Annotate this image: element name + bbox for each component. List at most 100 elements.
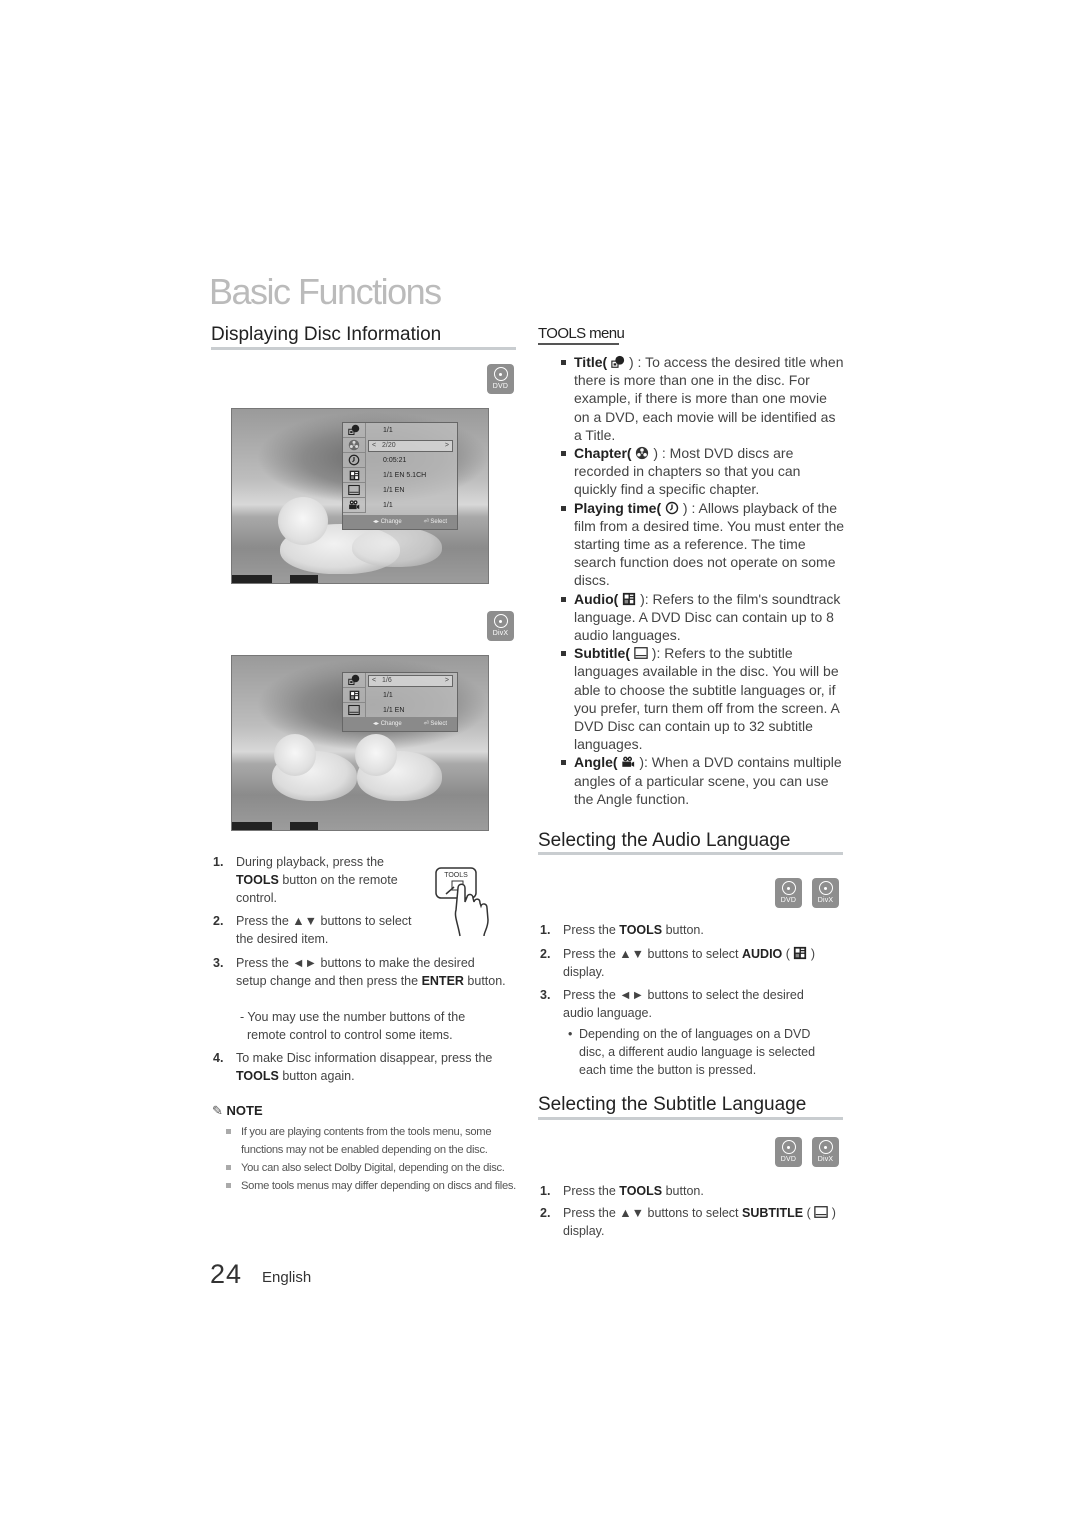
title-icon bbox=[343, 673, 365, 688]
audio-icon bbox=[343, 468, 365, 483]
page-language: English bbox=[262, 1269, 312, 1286]
dvd-screen-image: 1/1 < 2/20 > 0:05:21 1/1 EN 5.1CH 1/1 EN… bbox=[231, 408, 489, 584]
osd-title-value: 1/1 bbox=[383, 427, 393, 434]
step-number: 2. bbox=[213, 914, 224, 928]
puppy-body bbox=[352, 527, 442, 567]
osd-title-value: 1/6 bbox=[382, 677, 392, 684]
divx-badge: DivX bbox=[487, 611, 514, 641]
osd-chapter-value: 2/20 bbox=[382, 442, 396, 449]
step-number: 1. bbox=[540, 923, 551, 937]
tools-item-title: Title( ) : To access the desired title w… bbox=[561, 353, 846, 444]
badge-label: DVD bbox=[492, 383, 509, 390]
step-text: Press the ▲▼ buttons to select AUDIO ( )… bbox=[563, 946, 816, 979]
osd-angle-value: 1/1 bbox=[383, 502, 393, 509]
bullet-text: Depending on the of languages on a DVD d… bbox=[579, 1027, 816, 1077]
osd-select-hint: ⏎ Select bbox=[423, 721, 447, 727]
dark-strip bbox=[290, 822, 318, 830]
tools-item-playing-time: Playing time( ) : Allows playback of the… bbox=[561, 499, 846, 590]
disc-info-osd: < 1/6 > 1/1 1/1 EN ◂▸ Change ⏎ Select bbox=[342, 672, 458, 732]
disc-icon bbox=[818, 1140, 833, 1154]
osd-title-selector[interactable]: < 1/6 > bbox=[368, 675, 453, 687]
chevron-left-icon[interactable]: < bbox=[372, 676, 376, 686]
title-icon bbox=[611, 355, 625, 369]
playing-time-icon bbox=[343, 453, 365, 468]
osd-subtitle-value: 1/1 EN bbox=[383, 707, 405, 714]
tools-item-chapter: Chapter( ) : Most DVD discs are recorded… bbox=[561, 444, 846, 499]
playing-time-icon bbox=[665, 501, 679, 515]
tools-item-subtitle: Subtitle( ): Refers to the subtitle lang… bbox=[561, 644, 846, 753]
puppy-head bbox=[274, 734, 316, 776]
osd-footer: ◂▸ Change ⏎ Select bbox=[343, 515, 457, 529]
angle-icon bbox=[621, 755, 635, 769]
puppy-head bbox=[355, 734, 397, 776]
badge-label: DivX bbox=[817, 1156, 834, 1163]
dvd-badge: DVD bbox=[487, 364, 514, 394]
step-text: Press the ◄► buttons to make the desired… bbox=[236, 956, 506, 988]
audio-icon bbox=[343, 688, 365, 703]
osd-change-hint: ◂▸ Change bbox=[373, 721, 402, 727]
step-number: 2. bbox=[540, 1206, 551, 1220]
step-text: Press the TOOLS button. bbox=[563, 1184, 704, 1198]
section-title-audio-language: Selecting the Audio Language bbox=[538, 830, 791, 851]
badge-label: DVD bbox=[780, 1156, 797, 1163]
chevron-right-icon[interactable]: > bbox=[445, 676, 449, 686]
step-text: To make Disc information disappear, pres… bbox=[236, 1051, 493, 1083]
chevron-right-icon[interactable]: > bbox=[445, 441, 449, 451]
dark-strip bbox=[232, 575, 272, 583]
badge-label: DivX bbox=[492, 630, 509, 637]
step-3-sub-note: - You may use the number buttons of the … bbox=[240, 1008, 490, 1044]
tools-item-audio: Audio( ): Refers to the film's soundtrac… bbox=[561, 590, 846, 645]
chevron-left-icon[interactable]: < bbox=[372, 441, 376, 451]
tools-label: TOOLS bbox=[444, 872, 468, 879]
chapter-icon bbox=[343, 438, 365, 453]
osd-time-value: 0:05:21 bbox=[383, 457, 407, 464]
pencil-icon: ✎ bbox=[212, 1103, 223, 1118]
page-number: 24 bbox=[210, 1259, 243, 1289]
badge-label: DVD bbox=[780, 897, 797, 904]
step-number: 4. bbox=[213, 1051, 224, 1065]
tools-item-angle: Angle( ): When a DVD contains multiple a… bbox=[561, 753, 846, 808]
subtitle-icon bbox=[343, 483, 365, 498]
step-number: 3. bbox=[213, 956, 224, 970]
title-icon bbox=[343, 423, 365, 438]
dark-strip bbox=[290, 575, 318, 583]
chapter-title: Basic Functions bbox=[209, 271, 442, 312]
divx-badge: DivX bbox=[812, 1137, 839, 1167]
subtitle-icon bbox=[634, 646, 648, 660]
section-divider bbox=[538, 852, 843, 855]
step-number: 2. bbox=[540, 947, 551, 961]
note-list: If you are playing contents from the too… bbox=[226, 1123, 516, 1195]
step-number: 3. bbox=[540, 988, 551, 1002]
section-divider bbox=[211, 347, 516, 350]
section-title-subtitle-language: Selecting the Subtitle Language bbox=[538, 1094, 807, 1115]
subtitle-icon bbox=[814, 1205, 828, 1219]
osd-audio-value: 1/1 bbox=[383, 692, 393, 699]
audio-icon bbox=[622, 592, 636, 606]
disc-info-osd: 1/1 < 2/20 > 0:05:21 1/1 EN 5.1CH 1/1 EN… bbox=[342, 422, 458, 530]
disc-icon bbox=[493, 367, 508, 381]
disc-icon bbox=[493, 614, 508, 628]
divx-screen-image: < 1/6 > 1/1 1/1 EN ◂▸ Change ⏎ Select bbox=[231, 655, 489, 831]
step-text: Press the TOOLS button. bbox=[563, 923, 704, 937]
osd-footer: ◂▸ Change ⏎ Select bbox=[343, 717, 457, 731]
note-item: If you are playing contents from the too… bbox=[226, 1123, 516, 1159]
osd-chapter-selector[interactable]: < 2/20 > bbox=[368, 440, 453, 452]
dvd-badge: DVD bbox=[775, 878, 802, 908]
dvd-badge: DVD bbox=[775, 1137, 802, 1167]
step-text: During playback, press the TOOLS button o… bbox=[236, 855, 398, 905]
section-divider bbox=[538, 1117, 843, 1120]
tools-menu-heading: TOOLS menu bbox=[538, 325, 625, 342]
audio-icon bbox=[793, 946, 807, 960]
disc-icon bbox=[781, 881, 796, 895]
step-text: Press the ▲▼ buttons to select SUBTITLE … bbox=[563, 1205, 836, 1238]
osd-icon-column bbox=[343, 423, 366, 513]
chapter-icon bbox=[635, 446, 649, 460]
note-item: Some tools menus may differ depending on… bbox=[226, 1177, 516, 1195]
tools-menu-list: Title( ) : To access the desired title w… bbox=[561, 353, 846, 808]
step-text: Press the ◄► buttons to select the desir… bbox=[563, 988, 804, 1020]
badge-label: DivX bbox=[817, 897, 834, 904]
osd-select-hint: ⏎ Select bbox=[423, 519, 447, 525]
disc-icon bbox=[781, 1140, 796, 1154]
osd-change-hint: ◂▸ Change bbox=[373, 519, 402, 525]
dark-strip bbox=[232, 822, 272, 830]
